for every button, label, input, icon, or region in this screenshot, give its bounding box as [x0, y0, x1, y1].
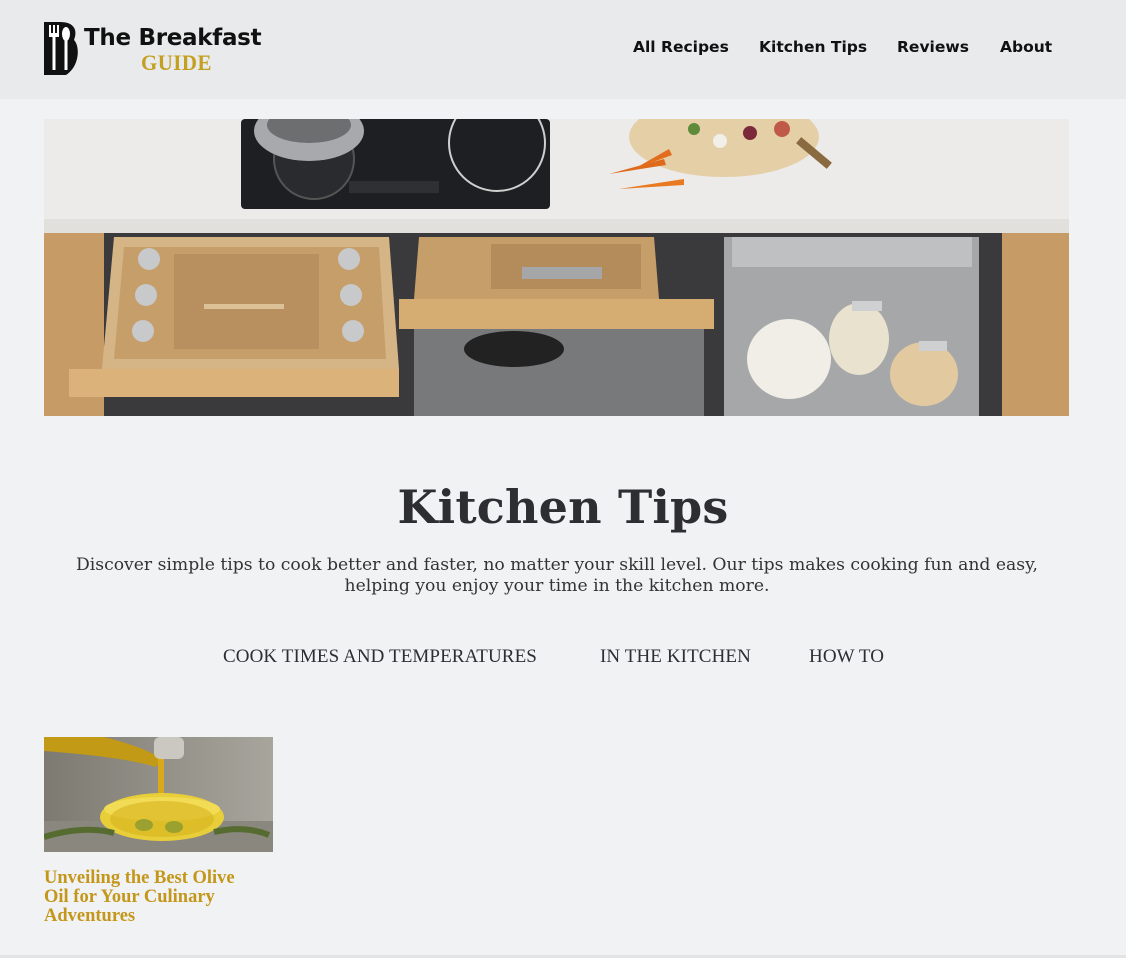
- page-title: Kitchen Tips: [397, 480, 729, 534]
- nav-reviews[interactable]: Reviews: [897, 38, 969, 56]
- hero-image: [44, 119, 1069, 416]
- olive-oil-thumbnail[interactable]: [44, 737, 273, 852]
- nav-kitchen-tips[interactable]: Kitchen Tips: [759, 38, 867, 56]
- page-intro: Discover simple tips to cook better and …: [75, 555, 1039, 596]
- category-cook-times[interactable]: COOK TIMES AND TEMPERATURES: [223, 646, 537, 668]
- nav-all-recipes[interactable]: All Recipes: [633, 38, 729, 56]
- post-card: Unveiling the Best Olive Oil for Your Cu…: [44, 737, 273, 926]
- post-title-link[interactable]: Unveiling the Best Olive Oil for Your Cu…: [44, 869, 259, 926]
- kitchen-drawers-illustration: [44, 119, 1069, 416]
- category-in-the-kitchen[interactable]: IN THE KITCHEN: [600, 646, 751, 668]
- logo-b-fork-spoon-icon: [44, 22, 78, 75]
- site-logo[interactable]: The Breakfast GUIDE: [44, 22, 274, 78]
- category-how-to[interactable]: HOW TO: [809, 646, 884, 668]
- nav-about[interactable]: About: [1000, 38, 1052, 56]
- site-header: The Breakfast GUIDE All Recipes Kitchen …: [0, 0, 1126, 99]
- logo-title: The Breakfast: [84, 25, 262, 51]
- logo-subtitle: GUIDE: [141, 50, 212, 75]
